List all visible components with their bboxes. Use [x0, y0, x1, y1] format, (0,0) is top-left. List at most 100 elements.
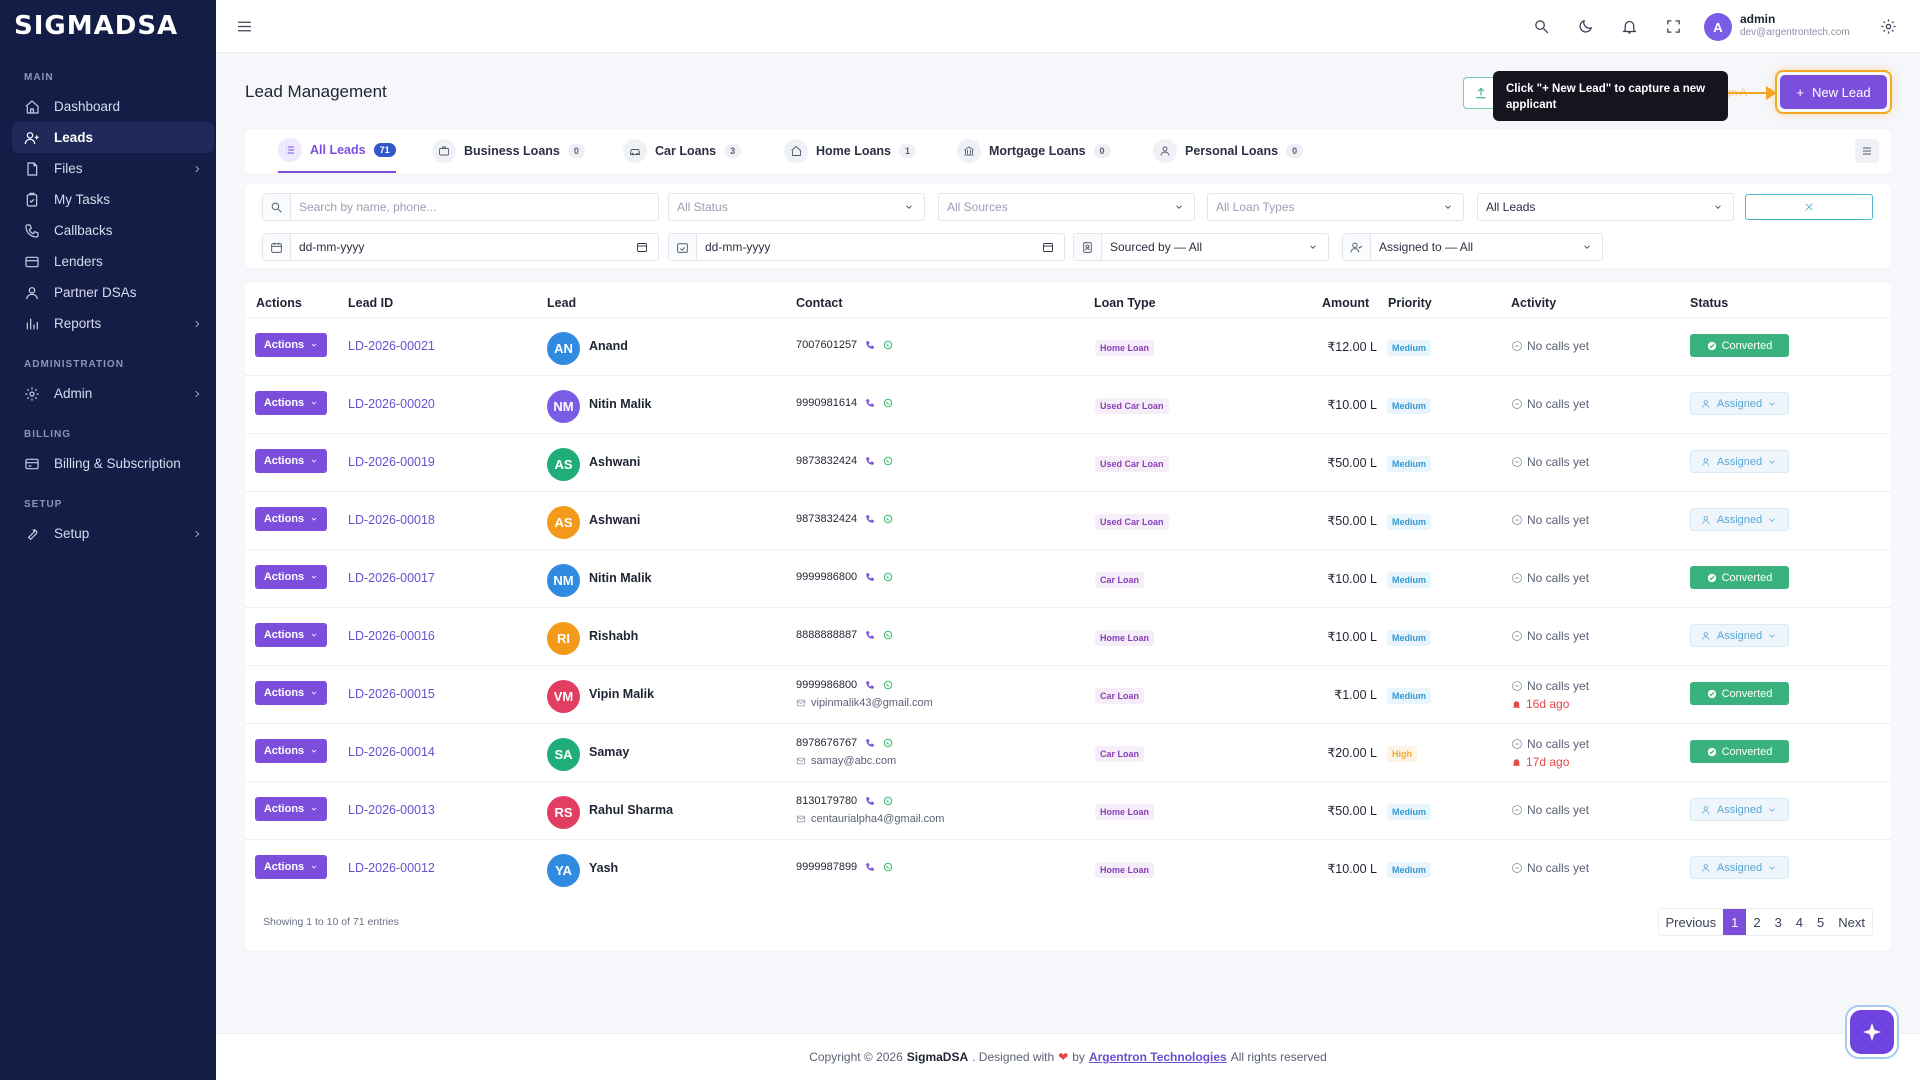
row-actions-button[interactable]: Actions — [255, 623, 327, 647]
whatsapp-icon[interactable] — [883, 572, 893, 582]
lead-id-link[interactable]: LD-2026-00017 — [348, 571, 435, 585]
lead-name[interactable]: Samay — [589, 745, 629, 759]
leads-scope-select[interactable]: All Leads — [1477, 193, 1734, 221]
lead-name[interactable]: Rahul Sharma — [589, 803, 673, 817]
clear-filters-button[interactable] — [1745, 194, 1873, 220]
assigned-to-select[interactable]: Assigned to — All — [1342, 233, 1603, 261]
status-select[interactable]: All Status — [668, 193, 925, 221]
sidebar-item-callbacks[interactable]: Callbacks — [12, 215, 214, 246]
lead-name[interactable]: Ashwani — [589, 455, 640, 469]
search-button[interactable] — [1533, 18, 1550, 35]
sidebar-item-leads[interactable]: Leads — [12, 122, 214, 153]
sidebar-item-dashboard[interactable]: Dashboard — [12, 91, 214, 122]
sidebar-item-files[interactable]: Files — [12, 153, 214, 184]
sidebar-item-lenders[interactable]: Lenders — [12, 246, 214, 277]
row-actions-button[interactable]: Actions — [255, 565, 327, 589]
header-priority[interactable]: Priority — [1388, 296, 1432, 310]
whatsapp-icon[interactable] — [883, 862, 893, 872]
pagination-page-4[interactable]: 4 — [1789, 909, 1810, 935]
ai-assistant-button[interactable] — [1845, 1005, 1899, 1059]
header-amount[interactable]: Amount — [1322, 296, 1369, 310]
loan-types-select[interactable]: All Loan Types — [1207, 193, 1464, 221]
tab-mortgage-loans[interactable]: Mortgage Loans 0 — [957, 129, 1111, 173]
tab-personal-loans[interactable]: Personal Loans 0 — [1153, 129, 1304, 173]
call-icon[interactable] — [865, 630, 875, 640]
call-icon[interactable] — [865, 738, 875, 748]
sources-select[interactable]: All Sources — [938, 193, 1195, 221]
pagination-page-5[interactable]: 5 — [1810, 909, 1831, 935]
whatsapp-icon[interactable] — [883, 514, 893, 524]
tab-home-loans[interactable]: Home Loans 1 — [784, 129, 917, 173]
lead-id-link[interactable]: LD-2026-00021 — [348, 339, 435, 353]
status-dropdown[interactable]: Assigned — [1690, 856, 1789, 879]
call-icon[interactable] — [865, 796, 875, 806]
tab-car-loans[interactable]: Car Loans 3 — [623, 129, 742, 173]
status-dropdown[interactable]: Assigned — [1690, 508, 1789, 531]
sidebar-item-partner-dsas[interactable]: Partner DSAs — [12, 277, 214, 308]
lead-id-link[interactable]: LD-2026-00014 — [348, 745, 435, 759]
lead-id-link[interactable]: LD-2026-00019 — [348, 455, 435, 469]
lead-name[interactable]: Nitin Malik — [589, 397, 652, 411]
row-actions-button[interactable]: Actions — [255, 739, 327, 763]
lead-name[interactable]: Rishabh — [589, 629, 638, 643]
pagination-next[interactable]: Next — [1831, 909, 1872, 935]
lead-id-link[interactable]: LD-2026-00012 — [348, 861, 435, 875]
notifications-button[interactable] — [1621, 18, 1638, 35]
column-settings-button[interactable] — [1855, 139, 1879, 163]
calendar-picker-icon[interactable] — [1042, 241, 1054, 253]
sourced-by-select[interactable]: Sourced by — All — [1073, 233, 1329, 261]
row-actions-button[interactable]: Actions — [255, 333, 327, 357]
row-actions-button[interactable]: Actions — [255, 391, 327, 415]
calendar-picker-icon[interactable] — [636, 241, 648, 253]
lead-id-link[interactable]: LD-2026-00020 — [348, 397, 435, 411]
sidebar-item-my-tasks[interactable]: My Tasks — [12, 184, 214, 215]
sidebar-item-setup[interactable]: Setup — [12, 518, 214, 549]
header-lead-id[interactable]: Lead ID — [348, 296, 393, 310]
call-icon[interactable] — [865, 680, 875, 690]
lead-name[interactable]: Ashwani — [589, 513, 640, 527]
status-dropdown[interactable]: Assigned — [1690, 798, 1789, 821]
sidebar-item-admin[interactable]: Admin — [12, 378, 214, 409]
lead-id-link[interactable]: LD-2026-00013 — [348, 803, 435, 817]
pagination-previous[interactable]: Previous — [1659, 909, 1724, 935]
header-loan-type[interactable]: Loan Type — [1094, 296, 1156, 310]
call-icon[interactable] — [865, 572, 875, 582]
header-lead[interactable]: Lead — [547, 296, 576, 310]
whatsapp-icon[interactable] — [883, 796, 893, 806]
lead-name[interactable]: Anand — [589, 339, 628, 353]
pagination-page-1[interactable]: 1 — [1723, 909, 1747, 935]
whatsapp-icon[interactable] — [883, 340, 893, 350]
avatar[interactable]: A — [1704, 13, 1732, 41]
pagination-page-2[interactable]: 2 — [1746, 909, 1767, 935]
call-icon[interactable] — [865, 514, 875, 524]
date-to-input[interactable]: dd-mm-yyyy — [668, 233, 1065, 261]
row-actions-button[interactable]: Actions — [255, 449, 327, 473]
status-dropdown[interactable]: Assigned — [1690, 450, 1789, 473]
call-icon[interactable] — [865, 340, 875, 350]
call-icon[interactable] — [865, 398, 875, 408]
date-from-input[interactable]: dd-mm-yyyy — [262, 233, 659, 261]
status-dropdown[interactable]: Assigned — [1690, 392, 1789, 415]
whatsapp-icon[interactable] — [883, 456, 893, 466]
whatsapp-icon[interactable] — [883, 630, 893, 640]
fullscreen-button[interactable] — [1665, 18, 1682, 35]
footer-company-link[interactable]: Argentron Technologies — [1089, 1050, 1227, 1064]
call-icon[interactable] — [865, 862, 875, 872]
pagination-page-3[interactable]: 3 — [1768, 909, 1789, 935]
header-status[interactable]: Status — [1690, 296, 1728, 310]
tab-business-loans[interactable]: Business Loans 0 — [432, 129, 585, 173]
whatsapp-icon[interactable] — [883, 680, 893, 690]
row-actions-button[interactable]: Actions — [255, 797, 327, 821]
whatsapp-icon[interactable] — [883, 398, 893, 408]
row-actions-button[interactable]: Actions — [255, 855, 327, 879]
menu-toggle-button[interactable] — [236, 18, 253, 35]
dark-mode-toggle[interactable] — [1577, 18, 1594, 35]
lead-name[interactable]: Vipin Malik — [589, 687, 654, 701]
sidebar-item-billing[interactable]: Billing & Subscription — [12, 448, 214, 479]
call-icon[interactable] — [865, 456, 875, 466]
row-actions-button[interactable]: Actions — [255, 507, 327, 531]
sidebar-item-reports[interactable]: Reports — [12, 308, 214, 339]
lead-id-link[interactable]: LD-2026-00015 — [348, 687, 435, 701]
tab-all-leads[interactable]: All Leads 71 — [278, 129, 396, 173]
settings-button[interactable] — [1880, 18, 1897, 35]
